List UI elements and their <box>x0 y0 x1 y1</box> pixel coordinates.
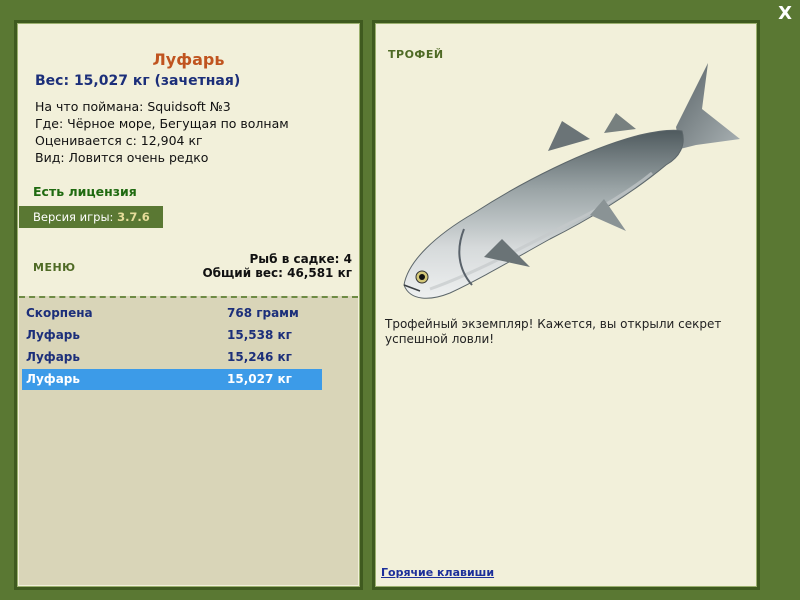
cage-count: Рыб в садке: 4 <box>249 252 353 266</box>
hotkeys-link[interactable]: Горячие клавиши <box>381 566 494 579</box>
list-item[interactable]: Луфарь 15,246 кг <box>22 347 322 368</box>
catch-list: Скорпена 768 грамм Луфарь 15,538 кг Луфа… <box>19 296 358 585</box>
menu-button[interactable]: МЕНЮ <box>33 261 76 274</box>
list-item[interactable]: Скорпена 768 грамм <box>22 303 322 324</box>
list-item-selected[interactable]: Луфарь 15,027 кг <box>22 369 322 390</box>
cage-total-weight: Общий вес: 46,581 кг <box>202 266 352 280</box>
list-item-name: Скорпена <box>26 306 93 320</box>
list-item-weight: 15,538 кг <box>227 328 292 342</box>
version-label: Версия игры: <box>33 210 114 224</box>
trophy-description: Трофейный экземпляр! Кажется, вы открыли… <box>385 317 722 346</box>
trophy-panel: ТРОФЕЙ Трофейный экземпляр! Кажется, вы … <box>372 20 760 590</box>
list-item-weight: 15,246 кг <box>227 350 292 364</box>
bait-line: На что поймана: Squidsoft №3 <box>35 99 231 114</box>
fish-name-title: Луфарь <box>152 50 225 69</box>
fish-weight: Вес: 15,027 кг (зачетная) <box>35 73 241 89</box>
list-item-name: Луфарь <box>26 328 80 342</box>
list-item-name: Луфарь <box>26 350 80 364</box>
rarity-line: Вид: Ловится очень редко <box>35 150 209 165</box>
close-button[interactable]: X <box>778 4 792 24</box>
cage-stats: Рыб в садке: 4 Общий вес: 46,581 кг <box>202 252 352 280</box>
valued-line: Оценивается с: 12,904 кг <box>35 133 203 148</box>
list-item-weight: 15,027 кг <box>227 372 292 386</box>
list-item[interactable]: Луфарь 15,538 кг <box>22 325 322 346</box>
list-item-name: Луфарь <box>26 372 80 386</box>
location-line: Где: Чёрное море, Бегущая по волнам <box>35 116 289 131</box>
version-badge: Версия игры: 3.7.6 <box>19 206 163 228</box>
license-status: Есть лицензия <box>33 184 137 199</box>
fish-info-panel: Луфарь Вес: 15,027 кг (зачетная) На что … <box>14 20 363 590</box>
fish-details: На что поймана: Squidsoft №3 Где: Чёрное… <box>35 98 289 166</box>
bluefish-photo-icon <box>403 63 740 299</box>
version-value: 3.7.6 <box>117 210 150 224</box>
list-item-weight: 768 грамм <box>227 306 299 320</box>
